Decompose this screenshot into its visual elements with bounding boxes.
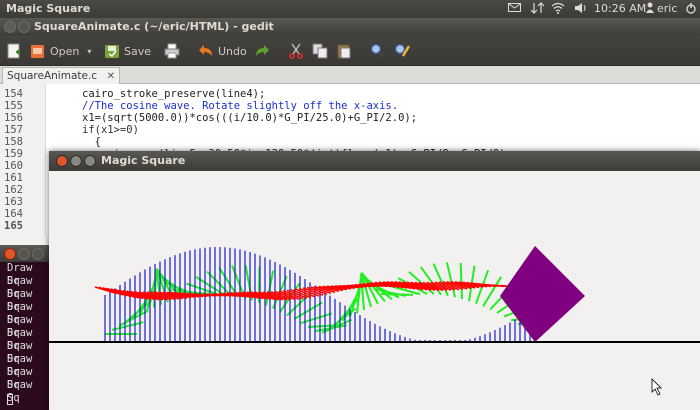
code-line: if(x1>=0)	[82, 124, 139, 136]
open-label: Open	[50, 44, 80, 58]
paste-button[interactable]	[336, 42, 356, 60]
line-number: 159	[4, 148, 23, 160]
terminal-line: Draw Sq	[7, 301, 33, 326]
maximize-button[interactable]	[84, 155, 96, 167]
wifi-icon[interactable]	[551, 2, 565, 17]
minimize-button[interactable]	[70, 155, 82, 167]
green-line	[380, 292, 414, 296]
line-number: 163	[4, 196, 23, 208]
code-line: {	[82, 136, 101, 148]
new-document-icon	[6, 43, 22, 59]
gedit-toolbar: Open ▾ Save Undo	[0, 36, 700, 66]
line-number: 160	[4, 160, 23, 172]
terminal-line: Draw Sq	[7, 353, 33, 378]
undo-label: Undo	[218, 44, 247, 58]
transfer-icon[interactable]	[530, 2, 545, 17]
terminal-line: Draw Sq	[7, 340, 33, 365]
undo-button[interactable]: Undo	[198, 42, 247, 60]
active-app-title: Magic Square	[6, 2, 91, 15]
code-line-comment: //The cosine wave. Rotate slightly off t…	[82, 100, 399, 112]
find-button[interactable]	[370, 42, 390, 60]
cut-button[interactable]	[288, 42, 308, 60]
line-number: 157	[4, 124, 23, 136]
terminal-maximize-button[interactable]	[32, 248, 44, 260]
terminal-minimize-button[interactable]	[18, 248, 30, 260]
scissors-icon	[288, 43, 304, 59]
line-number: 161	[4, 172, 23, 184]
user-name[interactable]: eric	[657, 2, 677, 15]
terminal-close-button[interactable]	[4, 248, 16, 260]
terminal-cursor	[7, 394, 13, 405]
line-number-gutter: 154 155 156 157 158 159 160 161 162 163 …	[0, 84, 46, 236]
save-button[interactable]: Save	[104, 42, 151, 60]
close-icon[interactable]: ✕	[107, 71, 115, 82]
tab-label: SquareAnimate.c	[7, 70, 98, 82]
terminal-line: Draw Sq	[7, 288, 33, 313]
chevron-down-icon[interactable]: ▾	[87, 47, 91, 56]
green-line	[300, 312, 333, 324]
code-line: x1=(sqrt(5000.0))*cos(((i/10.0)*G_PI/25.…	[82, 112, 418, 124]
terminal-line: Draw Sq	[7, 366, 33, 391]
user-icon	[646, 2, 654, 16]
print-button[interactable]	[164, 42, 184, 60]
print-icon	[164, 43, 180, 59]
terminal-title-bar[interactable]	[0, 245, 49, 262]
copy-icon	[312, 43, 328, 59]
minimize-button[interactable]	[18, 21, 30, 33]
close-button[interactable]	[56, 155, 68, 167]
gedit-window-title: SquareAnimate.c (~/eric/HTML) - gedit	[34, 20, 274, 33]
tab-squareanimate[interactable]: SquareAnimate.c ✕	[2, 67, 120, 84]
terminal-line: Draw Sq	[7, 314, 33, 339]
copy-button[interactable]	[312, 42, 332, 60]
paste-icon	[336, 43, 352, 59]
line-number: 155	[4, 100, 23, 112]
clock[interactable]: 10:26 AM	[594, 2, 646, 15]
green-line	[459, 262, 463, 300]
magic-square-title-bar[interactable]: Magic Square	[49, 151, 700, 171]
line-number-current: 165	[4, 220, 23, 232]
open-button[interactable]: Open ▾	[30, 42, 91, 60]
terminal-line: Draw Sq	[7, 379, 33, 404]
drawing-canvas[interactable]	[49, 171, 700, 410]
terminal-line: Draw Sq	[7, 327, 33, 352]
replace-button[interactable]	[394, 42, 414, 60]
power-icon[interactable]	[685, 2, 697, 17]
save-label: Save	[124, 44, 152, 58]
terminal-output[interactable]: Draw Sq Draw Sq Draw Sq Draw Sq Draw Sq …	[0, 262, 49, 410]
line-number: 154	[4, 88, 23, 100]
redo-icon	[254, 43, 270, 59]
terminal-line: Draw Sq	[7, 275, 33, 300]
green-line	[445, 262, 456, 298]
green-line	[111, 321, 144, 331]
redo-button[interactable]	[254, 42, 274, 60]
new-button[interactable]	[6, 42, 26, 60]
top-panel: Magic Square 10:26 AM eric	[0, 0, 700, 18]
line-number: 162	[4, 184, 23, 196]
gedit-title-bar[interactable]: SquareAnimate.c (~/eric/HTML) - gedit	[0, 18, 700, 36]
mouse-pointer-icon	[651, 378, 662, 396]
find-replace-icon	[394, 43, 411, 59]
line-number: 156	[4, 112, 23, 124]
code-line: cairo_stroke_preserve(line4);	[82, 88, 266, 100]
search-icon	[370, 43, 386, 59]
mail-icon[interactable]	[508, 2, 521, 16]
line-number: 164	[4, 208, 23, 220]
tab-bar: SquareAnimate.c ✕	[0, 66, 700, 84]
green-line	[432, 263, 449, 297]
magic-square-window-title: Magic Square	[101, 154, 186, 167]
volume-icon[interactable]	[574, 2, 588, 17]
close-button[interactable]	[4, 21, 16, 33]
undo-icon	[198, 43, 214, 59]
rotating-square	[500, 246, 585, 342]
terminal-line: Draw Sq	[7, 262, 33, 287]
line-number: 158	[4, 136, 23, 148]
magic-square-window: Magic Square	[49, 151, 700, 410]
save-icon	[104, 43, 120, 59]
open-folder-icon	[30, 43, 46, 59]
